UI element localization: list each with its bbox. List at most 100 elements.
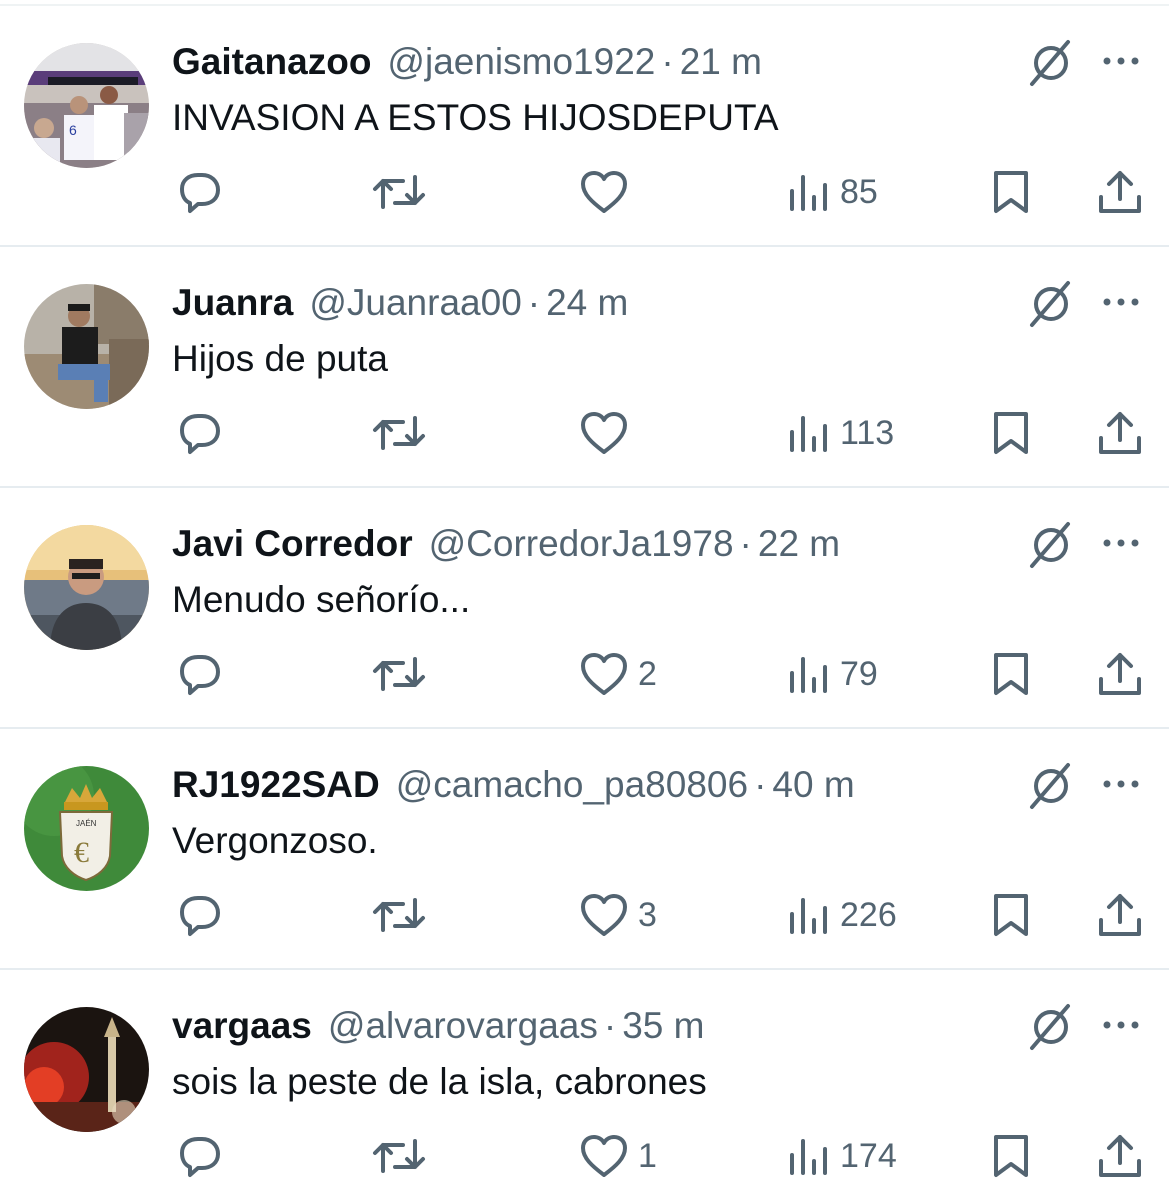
reply-icon xyxy=(180,655,220,695)
views-count: 226 xyxy=(840,895,897,934)
bookmark-button[interactable] xyxy=(988,648,1034,700)
avatar[interactable] xyxy=(24,525,149,650)
bookmark-button[interactable] xyxy=(988,1130,1034,1182)
grok-icon[interactable] xyxy=(1025,520,1075,570)
share-button[interactable] xyxy=(1095,648,1145,700)
user-handle[interactable]: @CorredorJa1978 xyxy=(429,518,734,570)
timestamp[interactable]: 35 m xyxy=(622,1000,704,1052)
share-icon xyxy=(1099,1135,1141,1177)
reply-button[interactable] xyxy=(174,1130,224,1182)
like-button[interactable]: 2 xyxy=(578,648,657,700)
separator-dot: · xyxy=(661,41,674,82)
share-button[interactable] xyxy=(1095,1130,1145,1182)
more-icon[interactable] xyxy=(1098,528,1144,558)
share-button[interactable] xyxy=(1095,889,1145,941)
share-icon xyxy=(1099,653,1141,695)
reply-button[interactable] xyxy=(174,166,224,218)
display-name[interactable]: Javi Corredor xyxy=(172,518,413,570)
bookmark-button[interactable] xyxy=(988,889,1034,941)
timestamp[interactable]: 24 m xyxy=(546,277,628,329)
share-button[interactable] xyxy=(1095,407,1145,459)
bookmark-button[interactable] xyxy=(988,166,1034,218)
tweet-text: INVASION A ESTOS HIJOSDEPUTA xyxy=(172,97,779,138)
avatar[interactable] xyxy=(24,284,149,409)
reply-button[interactable] xyxy=(174,648,224,700)
tweet[interactable]: 6 Gaitanazoo @jaenismo1922 · 21 m INVASI… xyxy=(0,6,1169,247)
more-icon[interactable] xyxy=(1098,287,1144,317)
retweet-button[interactable] xyxy=(371,889,427,941)
reply-icon xyxy=(180,1137,220,1177)
retweet-icon xyxy=(373,1139,425,1173)
share-icon xyxy=(1099,171,1141,213)
like-button[interactable] xyxy=(578,407,638,459)
bookmark-icon xyxy=(994,653,1028,695)
like-count: 2 xyxy=(638,654,657,693)
reply-icon xyxy=(180,414,220,454)
retweet-icon xyxy=(373,657,425,691)
avatar[interactable]: JAÉN € xyxy=(24,766,149,891)
timestamp[interactable]: 21 m xyxy=(680,36,762,88)
like-button[interactable]: 3 xyxy=(578,889,657,941)
tweet-text: Menudo señorío... xyxy=(172,579,471,620)
tweet-text: Vergonzoso. xyxy=(172,820,378,861)
grok-icon[interactable] xyxy=(1025,279,1075,329)
separator-dot: · xyxy=(739,523,752,564)
user-handle[interactable]: @jaenismo1922 xyxy=(387,36,655,88)
grok-icon[interactable] xyxy=(1025,38,1075,88)
grok-icon[interactable] xyxy=(1025,1002,1075,1052)
retweet-button[interactable] xyxy=(371,1130,427,1182)
tweet[interactable]: Juanra @Juanraa00 · 24 m Hijos de puta 1… xyxy=(0,247,1169,488)
reply-button[interactable] xyxy=(174,407,224,459)
display-name[interactable]: Gaitanazoo xyxy=(172,36,371,88)
bookmark-icon xyxy=(994,894,1028,936)
tweet-header: Javi Corredor @CorredorJa1978 · 22 m xyxy=(172,518,840,570)
retweet-icon xyxy=(373,898,425,932)
heart-icon xyxy=(581,412,627,454)
bookmark-icon xyxy=(994,171,1028,213)
tweet[interactable]: Javi Corredor @CorredorJa1978 · 22 m Men… xyxy=(0,488,1169,729)
retweet-button[interactable] xyxy=(371,166,427,218)
tweet[interactable]: vargaas @alvarovargaas · 35 m sois la pe… xyxy=(0,970,1169,1200)
display-name[interactable]: vargaas xyxy=(172,1000,312,1052)
user-handle[interactable]: @Juanraa00 xyxy=(309,277,521,329)
avatar[interactable] xyxy=(24,1007,149,1132)
retweet-button[interactable] xyxy=(371,648,427,700)
user-handle[interactable]: @alvarovargaas xyxy=(328,1000,598,1052)
views-icon xyxy=(790,175,827,211)
display-name[interactable]: RJ1922SAD xyxy=(172,759,380,811)
tweet-header: Gaitanazoo @jaenismo1922 · 21 m xyxy=(172,36,762,88)
like-count: 3 xyxy=(638,895,657,934)
user-handle[interactable]: @camacho_pa80806 xyxy=(396,759,748,811)
timestamp[interactable]: 40 m xyxy=(772,759,854,811)
retweet-button[interactable] xyxy=(371,407,427,459)
more-icon[interactable] xyxy=(1098,769,1144,799)
avatar[interactable]: 6 xyxy=(24,43,149,168)
like-button[interactable]: 1 xyxy=(578,1130,657,1182)
like-count: 1 xyxy=(638,1136,657,1175)
reply-button[interactable] xyxy=(174,889,224,941)
bookmark-icon xyxy=(994,1135,1028,1177)
views-icon xyxy=(790,657,827,693)
share-button[interactable] xyxy=(1095,166,1145,218)
tweet[interactable]: JAÉN € RJ1922SAD @camacho_pa80806 · 40 m… xyxy=(0,729,1169,970)
views-count: 113 xyxy=(840,413,895,452)
views-icon xyxy=(790,416,827,452)
views-count: 174 xyxy=(840,1136,897,1175)
more-icon[interactable] xyxy=(1098,46,1144,76)
tweet-text: Hijos de puta xyxy=(172,338,388,379)
grok-icon[interactable] xyxy=(1025,761,1075,811)
views-button[interactable]: 174 xyxy=(786,1130,897,1182)
like-button[interactable] xyxy=(578,166,638,218)
more-icon[interactable] xyxy=(1098,1010,1144,1040)
display-name[interactable]: Juanra xyxy=(172,277,293,329)
bookmark-button[interactable] xyxy=(988,407,1034,459)
views-button[interactable]: 226 xyxy=(786,889,897,941)
views-button[interactable]: 79 xyxy=(786,648,878,700)
share-icon xyxy=(1099,412,1141,454)
heart-icon xyxy=(581,894,627,936)
svg-text:JAÉN: JAÉN xyxy=(76,819,97,828)
views-button[interactable]: 113 xyxy=(786,407,894,459)
heart-icon xyxy=(581,171,627,213)
timestamp[interactable]: 22 m xyxy=(758,518,840,570)
views-button[interactable]: 85 xyxy=(786,166,878,218)
